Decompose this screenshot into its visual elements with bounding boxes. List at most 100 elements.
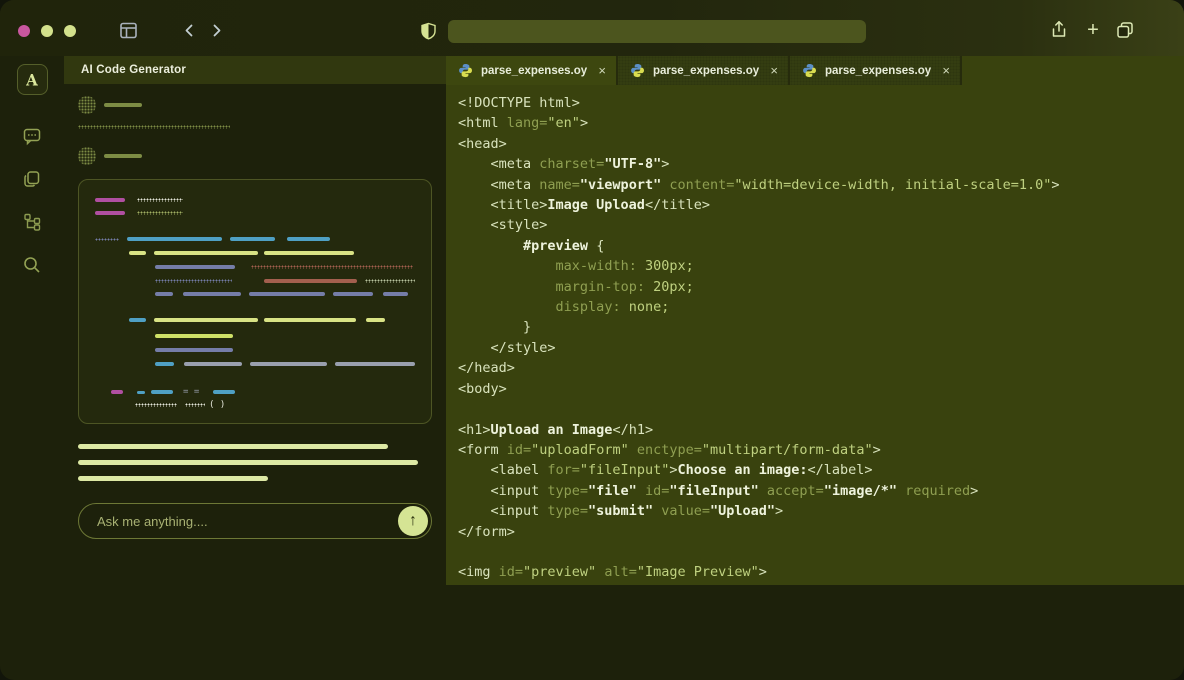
skeleton-bar: [183, 292, 241, 296]
tab-label: parse_expenses.oy: [653, 65, 762, 77]
code-line: [458, 542, 1184, 562]
skeleton-bar: [155, 265, 235, 269]
skeleton-bar: [230, 237, 275, 241]
traffic-lights: [18, 25, 76, 37]
window-layout-icon[interactable]: [119, 21, 138, 40]
tab-label: parse_expenses.oy: [481, 65, 590, 77]
assistant-panel: AI Code Generator = =( ) ↑: [64, 56, 446, 680]
skeleton-code-row: [95, 198, 415, 202]
skeleton-code-row: [95, 318, 415, 322]
skeleton-bar: [154, 318, 258, 322]
skeleton-bar: [95, 198, 125, 202]
minimize-button[interactable]: [41, 25, 53, 37]
forward-button[interactable]: [209, 23, 224, 38]
tab-label: parse_expenses.oy: [825, 65, 934, 77]
code-line: <meta charset="UTF-8">: [458, 154, 1184, 174]
code-line: <h1>Upload an Image</h1>: [458, 420, 1184, 440]
skeleton-bar: [137, 211, 183, 215]
skeleton-code-row: [95, 237, 415, 241]
tab-close-icon[interactable]: ×: [598, 63, 606, 78]
code-line: <html lang="en">: [458, 113, 1184, 133]
send-button[interactable]: ↑: [398, 506, 428, 536]
skeleton-row: [78, 460, 432, 465]
skeleton-bar: [78, 460, 418, 465]
skeleton-bar: [264, 279, 357, 283]
tab-close-icon[interactable]: ×: [770, 63, 778, 78]
skeleton-bar: [129, 318, 146, 322]
address-bar[interactable]: [448, 20, 866, 43]
code-line: <input type="file" id="fileInput" accept…: [458, 481, 1184, 501]
editor-tab[interactable]: parse_expenses.oy ×: [446, 56, 618, 85]
skeleton-row: [78, 125, 432, 129]
tab-close-icon[interactable]: ×: [942, 63, 950, 78]
sidebar: A: [0, 56, 64, 680]
prompt-input[interactable]: [97, 514, 398, 529]
skeleton-bar: [155, 279, 232, 283]
share-icon[interactable]: [1050, 20, 1068, 40]
code-line: <title>Image Upload</title>: [458, 195, 1184, 215]
skeleton-bar: [137, 391, 145, 394]
skeleton-outro: [78, 444, 432, 481]
skeleton-bar: [264, 251, 354, 255]
skeleton-bar: [335, 362, 415, 366]
skeleton-bar: [264, 318, 356, 322]
skeleton-bar: [184, 362, 242, 366]
skeleton-code-block: = =( ): [78, 179, 432, 424]
skeleton-bar: [155, 348, 233, 352]
code-line: <!DOCTYPE html>: [458, 93, 1184, 113]
skeleton-bar: [95, 211, 125, 215]
skeleton-code-row: [95, 279, 415, 283]
code-line: </head>: [458, 358, 1184, 378]
code-line: display: none;: [458, 297, 1184, 317]
panel-header: AI Code Generator: [64, 56, 446, 84]
app-logo-button[interactable]: A: [17, 64, 48, 95]
documents-icon[interactable]: [15, 162, 49, 196]
skeleton-bar: [78, 125, 230, 129]
skeleton-bar: [129, 251, 146, 255]
skeleton-code-row: [95, 292, 415, 296]
new-tab-icon[interactable]: +: [1084, 19, 1102, 41]
code-line: [458, 399, 1184, 419]
skeleton-avatar: [78, 147, 96, 165]
skeleton-bar: [249, 292, 325, 296]
python-icon: [630, 63, 645, 78]
code-line: </form>: [458, 522, 1184, 542]
skeleton-bar: [104, 154, 142, 158]
code-line: <meta name="viewport" content="width=dev…: [458, 175, 1184, 195]
prompt-input-container: ↑: [78, 503, 432, 539]
code-area[interactable]: <!DOCTYPE html><html lang="en"><head> <m…: [446, 85, 1184, 585]
close-button[interactable]: [18, 25, 30, 37]
editor-tab[interactable]: parse_expenses.oy ×: [790, 56, 962, 85]
back-button[interactable]: [182, 23, 197, 38]
skeleton-bar: [365, 279, 415, 283]
skeleton-row: [78, 147, 432, 165]
arrow-up-icon: ↑: [409, 513, 417, 529]
code-line: </style>: [458, 338, 1184, 358]
skeleton-bar: [333, 292, 373, 296]
workflow-icon[interactable]: [15, 205, 49, 239]
skeleton-bar: [155, 334, 233, 338]
skeleton-row: [78, 444, 432, 449]
skeleton-bar: [251, 265, 413, 269]
skeleton-bar: [127, 237, 222, 241]
code-line: <form id="uploadForm" enctype="multipart…: [458, 440, 1184, 460]
code-line: <input type="submit" value="Upload">: [458, 501, 1184, 521]
maximize-button[interactable]: [64, 25, 76, 37]
code-line: #preview {: [458, 236, 1184, 256]
skeleton-bar: [111, 390, 123, 394]
window-topbar: +: [0, 0, 1184, 56]
python-icon: [458, 63, 473, 78]
skeleton-intro: [78, 96, 432, 165]
code-line: max-width: 300px;: [458, 256, 1184, 276]
chat-icon[interactable]: [15, 119, 49, 153]
shield-icon[interactable]: [420, 22, 437, 40]
python-icon: [802, 63, 817, 78]
panel-title: AI Code Generator: [81, 64, 186, 76]
editor-tab[interactable]: parse_expenses.oy ×: [618, 56, 790, 85]
skeleton-text: = =: [183, 390, 199, 394]
search-icon[interactable]: [15, 248, 49, 282]
tab-overview-icon[interactable]: [1115, 20, 1135, 40]
app-logo: A: [26, 70, 38, 89]
skeleton-bar: [135, 403, 177, 407]
skeleton-code-row: [95, 348, 415, 352]
